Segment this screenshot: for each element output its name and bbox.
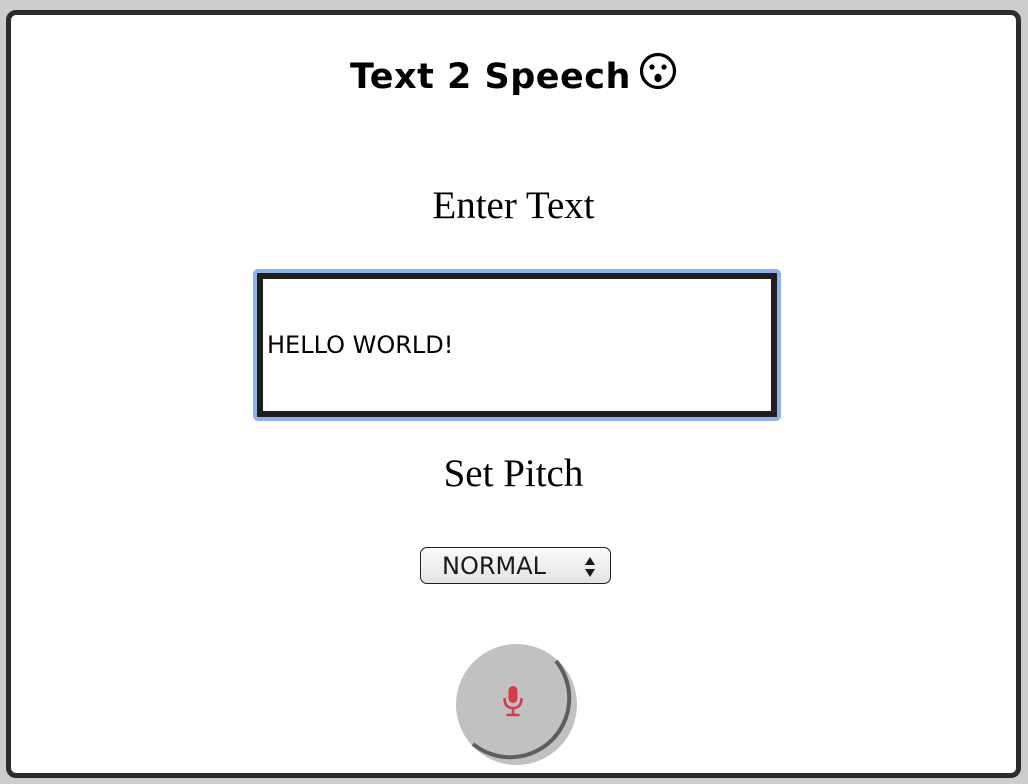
page-title-text: Text 2 Speech	[350, 57, 631, 97]
set-pitch-label: Set Pitch	[443, 452, 584, 495]
pitch-select[interactable]: NORMAL	[420, 547, 611, 584]
select-arrows-icon	[584, 556, 596, 583]
microphone-icon	[502, 684, 524, 723]
pitch-select-value: NORMAL	[442, 552, 547, 580]
enter-text-label: Enter Text	[432, 184, 595, 227]
text-input[interactable]	[257, 273, 777, 417]
page-title: Text 2 Speech	[11, 52, 1016, 99]
app-card: Text 2 Speech Enter Text Set Pitch NORMA…	[6, 10, 1021, 778]
surprised-face-icon	[639, 52, 677, 99]
record-button[interactable]	[456, 644, 577, 765]
text-input-focus-ring	[253, 269, 781, 421]
